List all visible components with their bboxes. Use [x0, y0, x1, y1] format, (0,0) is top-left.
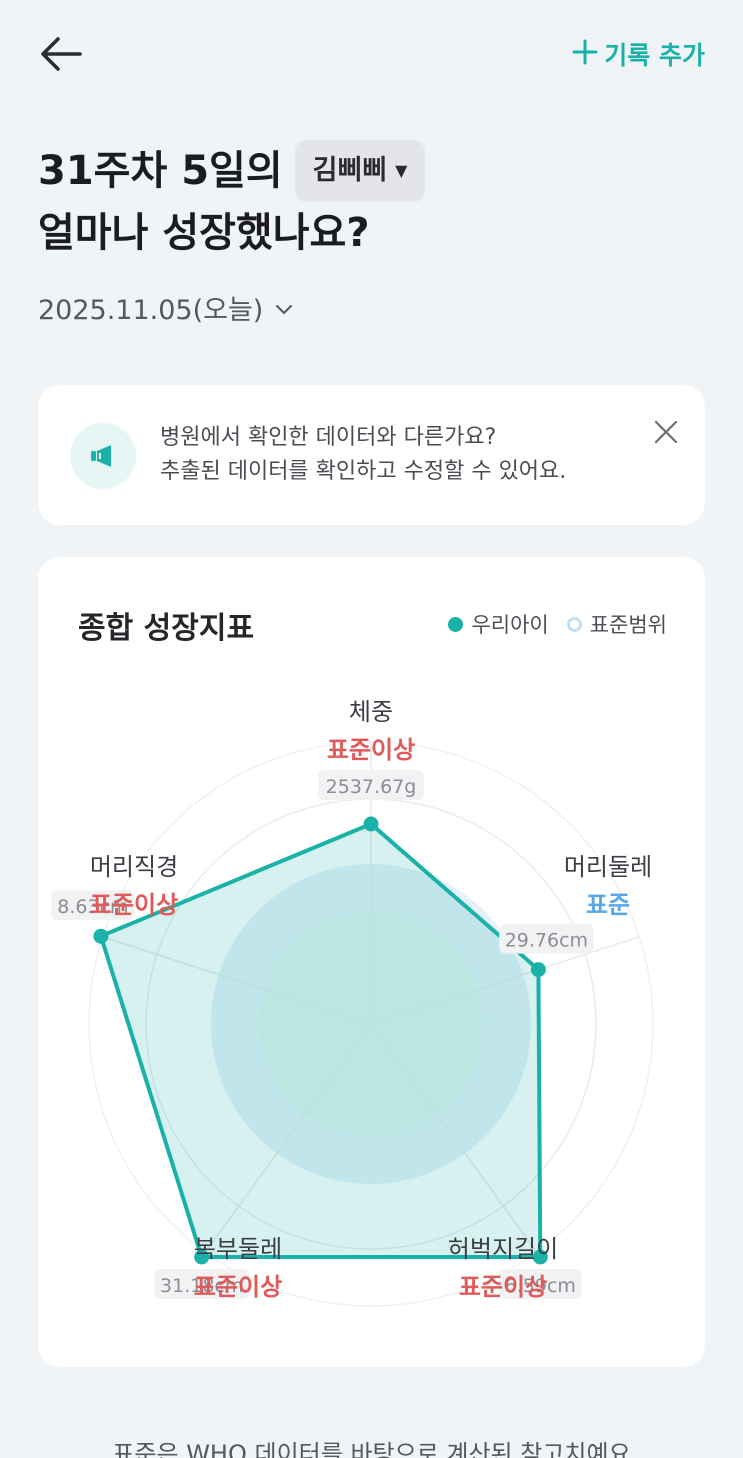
axis-name-2: 허벅지길이: [448, 1235, 558, 1263]
data-point-0: [363, 816, 379, 832]
growth-summary-card: 종합 성장지표 우리아이 표준범위 2537.67g 체중 표준이상 29.76cm 머…: [38, 557, 705, 1367]
axis-name-4: 머리직경: [90, 853, 178, 881]
baby-selector[interactable]: 김삐삐 ▼: [294, 140, 426, 202]
headline-line-1: 31주차 5일의 김삐삐 ▼: [38, 140, 426, 202]
top-bar: 기록 추가: [0, 0, 743, 110]
axis-name-1: 머리둘레: [564, 853, 652, 881]
value-label-1: 29.76cm: [505, 930, 588, 952]
date-label: 2025.11.05(오늘): [38, 295, 264, 326]
axis-status-0: 표준이상: [327, 736, 415, 764]
add-record-label: 기록 추가: [604, 41, 705, 70]
back-arrow-icon[interactable]: [38, 34, 84, 74]
date-selector[interactable]: 2025.11.05(오늘): [38, 288, 293, 327]
data-point-4: [93, 928, 109, 944]
axis-status-3: 표준이상: [194, 1273, 282, 1301]
axis-status-2: 표준이상: [459, 1273, 547, 1301]
notice-line-2: 추출된 데이터를 확인하고 수정할 수 있어요.: [160, 459, 567, 484]
value-label-0: 2537.67g: [326, 776, 417, 798]
footnote: 표준은 WHO 데이터를 바탕으로 계산된 참고치예요: [112, 1440, 631, 1458]
megaphone-icon: [70, 423, 136, 489]
data-point-1: [530, 962, 546, 978]
headline: 31주차 5일의 김삐삐 ▼ 얼마나 성장했나요?: [38, 140, 426, 264]
notice-line-1: 병원에서 확인한 데이터와 다른가요?: [160, 425, 497, 450]
plus-icon: [572, 38, 598, 70]
notice-text: 병원에서 확인한 데이터와 다른가요? 추출된 데이터를 확인하고 수정할 수 …: [160, 421, 566, 489]
headline-line-2: 얼마나 성장했나요?: [38, 210, 370, 256]
axis-name-0: 체중: [349, 698, 393, 726]
axis-status-4: 표준이상: [90, 891, 178, 919]
our-baby-series-area: [98, 822, 543, 1259]
add-record-button[interactable]: 기록 추가: [572, 36, 705, 72]
data-correction-notice[interactable]: 병원에서 확인한 데이터와 다른가요? 추출된 데이터를 확인하고 수정할 수 …: [38, 385, 705, 525]
caret-down-icon: ▼: [395, 161, 408, 180]
axis-name-3: 복부둘레: [194, 1235, 282, 1263]
radar-chart: 2537.67g체중표준이상29.76cm머리둘레표준6.59cm허벅지길이표준…: [51, 698, 654, 1307]
baby-name: 김삐삐: [312, 155, 388, 186]
axis-status-1: 표준: [586, 891, 630, 919]
close-icon[interactable]: [651, 417, 681, 447]
chevron-down-icon: [275, 292, 293, 323]
gestational-age-text: 31주차 5일의: [38, 148, 283, 194]
